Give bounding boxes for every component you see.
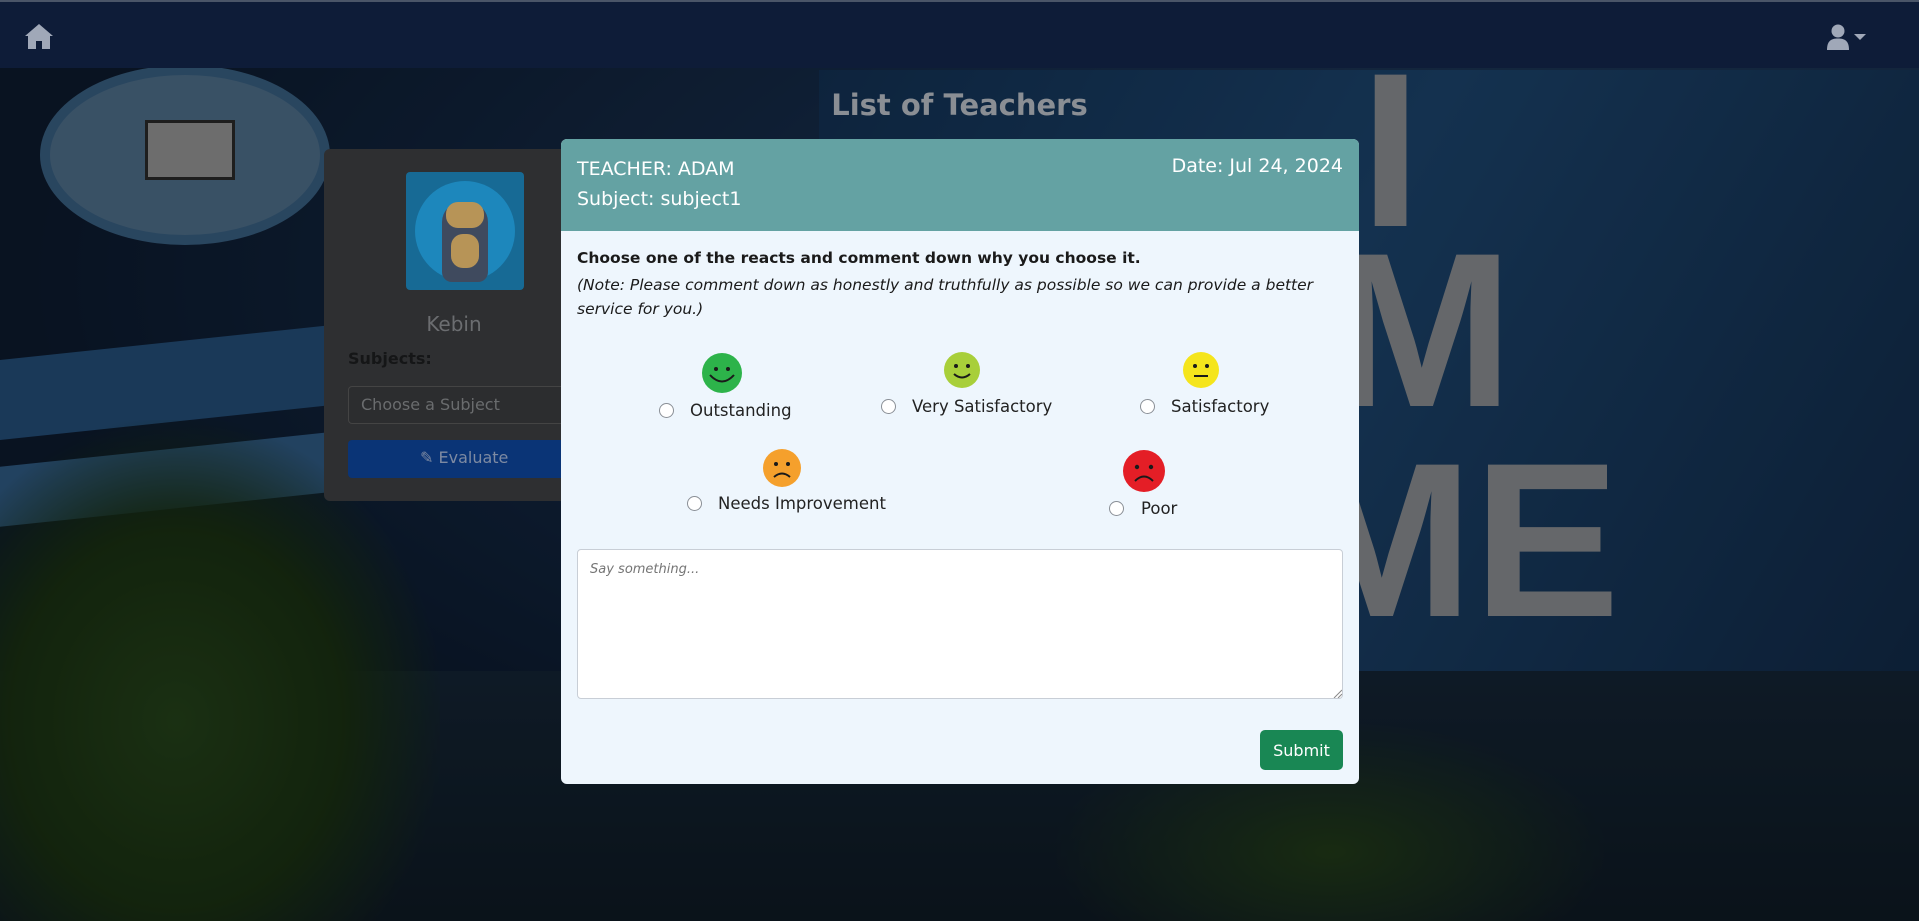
needs-improvement-radio[interactable] bbox=[687, 496, 702, 511]
outstanding-label: Outstanding bbox=[690, 401, 792, 420]
teacher-label: TEACHER: ADAM bbox=[577, 158, 735, 180]
note-text: (Note: Please comment down as honestly a… bbox=[577, 276, 1314, 318]
evaluate-button[interactable]: ✎ Evaluate bbox=[348, 440, 578, 478]
resize-handle-icon[interactable] bbox=[1332, 688, 1342, 698]
pencil-icon: ✎ bbox=[420, 448, 434, 467]
page-title: List of Teachers bbox=[831, 88, 1088, 122]
poor-label: Poor bbox=[1141, 499, 1178, 518]
instruction-text: Choose one of the reacts and comment dow… bbox=[577, 249, 1141, 267]
evaluation-modal: TEACHER: ADAM Subject: subject1 Date: Ju… bbox=[561, 139, 1359, 784]
evaluate-label: Evaluate bbox=[438, 448, 509, 467]
satisfactory-radio[interactable] bbox=[1140, 399, 1155, 414]
teacher-name: Kebin bbox=[426, 312, 482, 336]
top-navbar bbox=[0, 0, 1919, 68]
big-smile-icon bbox=[702, 353, 742, 393]
modal-header: TEACHER: ADAM Subject: subject1 Date: Ju… bbox=[561, 139, 1359, 231]
teacher-avatar bbox=[406, 172, 524, 290]
poor-radio[interactable] bbox=[1109, 501, 1124, 516]
neutral-face-icon bbox=[1183, 352, 1219, 388]
user-icon bbox=[1827, 24, 1849, 50]
very-satisfactory-label: Very Satisfactory bbox=[912, 397, 1053, 416]
outstanding-radio[interactable] bbox=[659, 403, 674, 418]
frown-icon bbox=[763, 449, 801, 487]
very-satisfactory-radio[interactable] bbox=[881, 399, 896, 414]
subject-label: Subject: subject1 bbox=[577, 188, 742, 210]
smile-icon bbox=[944, 352, 980, 388]
user-menu-dropdown[interactable] bbox=[1826, 22, 1870, 52]
date-label: Date: Jul 24, 2024 bbox=[1171, 155, 1343, 177]
comment-textarea[interactable] bbox=[577, 549, 1343, 699]
satisfactory-label: Satisfactory bbox=[1171, 397, 1270, 416]
subject-select[interactable]: Choose a Subject bbox=[348, 386, 578, 424]
needs-improvement-label: Needs Improvement bbox=[718, 494, 886, 513]
submit-button[interactable]: Submit bbox=[1260, 730, 1343, 770]
sad-face-icon bbox=[1123, 450, 1165, 492]
subjects-label: Subjects: bbox=[348, 349, 432, 368]
home-icon[interactable] bbox=[24, 22, 54, 50]
teacher-card: Kebin Subjects: Choose a Subject ✎ Evalu… bbox=[324, 149, 584, 501]
subject-select-value: Choose a Subject bbox=[361, 395, 500, 414]
caret-down-icon bbox=[1854, 34, 1866, 40]
